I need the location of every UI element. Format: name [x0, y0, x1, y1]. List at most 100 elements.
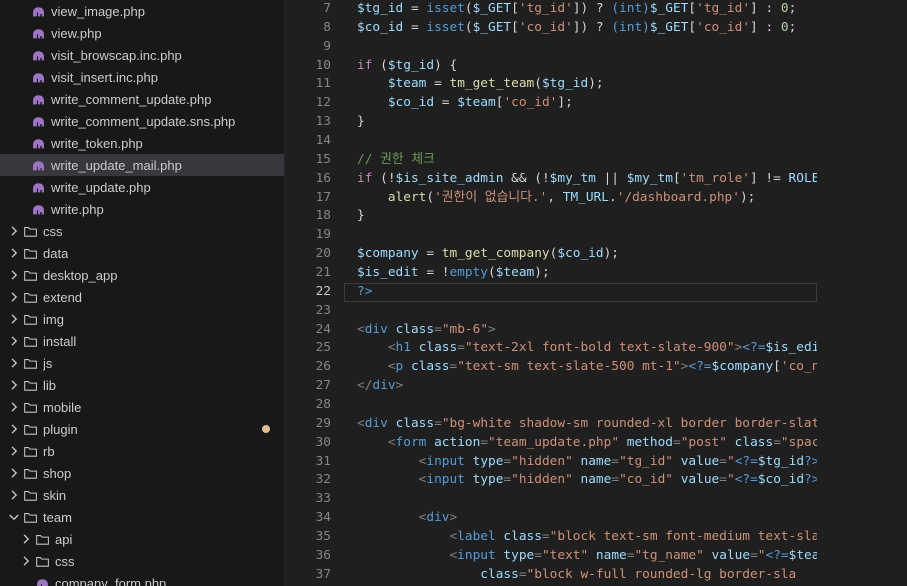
code-text[interactable]	[344, 302, 817, 321]
code-line-13[interactable]: 13}	[285, 113, 907, 132]
line-number[interactable]: 7	[285, 0, 344, 19]
tree-folder-extend[interactable]: extend	[0, 286, 284, 308]
tree-folder-lib[interactable]: lib	[0, 374, 284, 396]
code-text[interactable]: <input type="hidden" name="tg_id" value=…	[344, 453, 817, 472]
line-number[interactable]: 27	[285, 377, 344, 396]
chevron-right-icon[interactable]	[6, 465, 22, 481]
code-text[interactable]	[344, 226, 817, 245]
tree-file-write_token.php[interactable]: write_token.php	[0, 132, 284, 154]
chevron-right-icon[interactable]	[18, 531, 34, 547]
code-line-10[interactable]: 10if ($tg_id) {	[285, 57, 907, 76]
tree-file-view_image.php[interactable]: view_image.php	[0, 0, 284, 22]
chevron-right-icon[interactable]	[6, 333, 22, 349]
code-text[interactable]: }	[344, 113, 817, 132]
line-number[interactable]: 18	[285, 207, 344, 226]
code-line-19[interactable]: 19	[285, 226, 907, 245]
line-number[interactable]: 13	[285, 113, 344, 132]
line-number[interactable]: 20	[285, 245, 344, 264]
code-line-21[interactable]: 21$is_edit = !empty($team);	[285, 264, 907, 283]
tree-file-visit_insert.inc.php[interactable]: visit_insert.inc.php	[0, 66, 284, 88]
line-number[interactable]: 31	[285, 453, 344, 472]
code-line-12[interactable]: 12 $co_id = $team['co_id'];	[285, 94, 907, 113]
code-line-11[interactable]: 11 $team = tm_get_team($tg_id);	[285, 75, 907, 94]
code-text[interactable]: // 권한 체크	[344, 151, 817, 170]
line-number[interactable]: 17	[285, 189, 344, 208]
code-text[interactable]: <input type="hidden" name="co_id" value=…	[344, 471, 817, 490]
tree-folder-api[interactable]: api	[0, 528, 284, 550]
code-line-26[interactable]: 26 <p class="text-sm text-slate-500 mt-1…	[285, 358, 907, 377]
code-line-14[interactable]: 14	[285, 132, 907, 151]
tree-folder-install[interactable]: install	[0, 330, 284, 352]
code-text[interactable]: <label class="block text-sm font-medium …	[344, 528, 817, 547]
line-number[interactable]: 15	[285, 151, 344, 170]
code-text[interactable]: ?>	[344, 283, 817, 302]
code-text[interactable]: $tg_id = isset($_GET['tg_id']) ? (int)$_…	[344, 0, 817, 19]
tree-file-write_comment_update.php[interactable]: write_comment_update.php	[0, 88, 284, 110]
tree-file-view.php[interactable]: view.php	[0, 22, 284, 44]
tree-folder-js[interactable]: js	[0, 352, 284, 374]
chevron-right-icon[interactable]	[6, 443, 22, 459]
code-text[interactable]: <p class="text-sm text-slate-500 mt-1"><…	[344, 358, 817, 377]
code-text[interactable]: <div>	[344, 509, 817, 528]
code-text[interactable]: if (!$is_site_admin && (!$my_tm || $my_t…	[344, 170, 817, 189]
tree-file-write_update.php[interactable]: write_update.php	[0, 176, 284, 198]
line-number[interactable]: 24	[285, 321, 344, 340]
tree-file-visit_browscap.inc.php[interactable]: visit_browscap.inc.php	[0, 44, 284, 66]
line-number[interactable]: 25	[285, 339, 344, 358]
scrollbar[interactable]	[818, 0, 907, 586]
tree-file-write_comment_update.sns.php[interactable]: write_comment_update.sns.php	[0, 110, 284, 132]
chevron-down-icon[interactable]	[6, 509, 22, 525]
line-number[interactable]: 33	[285, 490, 344, 509]
line-number[interactable]: 30	[285, 434, 344, 453]
line-number[interactable]: 22	[285, 283, 344, 302]
code-text[interactable]: <h1 class="text-2xl font-bold text-slate…	[344, 339, 817, 358]
code-text[interactable]: <form action="team_update.php" method="p…	[344, 434, 817, 453]
code-line-24[interactable]: 24<div class="mb-6">	[285, 321, 907, 340]
line-number[interactable]: 8	[285, 19, 344, 38]
code-line-34[interactable]: 34 <div>	[285, 509, 907, 528]
code-line-27[interactable]: 27</div>	[285, 377, 907, 396]
tree-folder-img[interactable]: img	[0, 308, 284, 330]
code-text[interactable]	[344, 38, 817, 57]
code-line-18[interactable]: 18}	[285, 207, 907, 226]
line-number[interactable]: 12	[285, 94, 344, 113]
chevron-right-icon[interactable]	[6, 355, 22, 371]
code-text[interactable]: </div>	[344, 377, 817, 396]
code-line-28[interactable]: 28	[285, 396, 907, 415]
line-number[interactable]: 32	[285, 471, 344, 490]
code-line-37[interactable]: 37 class="block w-full rounded-lg border…	[285, 566, 907, 585]
code-text[interactable]: }	[344, 207, 817, 226]
code-text[interactable]: $is_edit = !empty($team);	[344, 264, 817, 283]
code-text[interactable]: $co_id = $team['co_id'];	[344, 94, 817, 113]
tree-folder-css[interactable]: css	[0, 220, 284, 242]
line-number[interactable]: 9	[285, 38, 344, 57]
line-number[interactable]: 11	[285, 75, 344, 94]
tree-folder-plugin[interactable]: plugin	[0, 418, 284, 440]
line-number[interactable]: 29	[285, 415, 344, 434]
code-line-31[interactable]: 31 <input type="hidden" name="tg_id" val…	[285, 453, 907, 472]
line-number[interactable]: 35	[285, 528, 344, 547]
tree-folder-shop[interactable]: shop	[0, 462, 284, 484]
line-number[interactable]: 23	[285, 302, 344, 321]
chevron-right-icon[interactable]	[6, 267, 22, 283]
code-line-36[interactable]: 36 <input type="text" name="tg_name" val…	[285, 547, 907, 566]
code-line-33[interactable]: 33	[285, 490, 907, 509]
code-line-15[interactable]: 15// 권한 체크	[285, 151, 907, 170]
line-number[interactable]: 10	[285, 57, 344, 76]
line-number[interactable]: 21	[285, 264, 344, 283]
code-line-30[interactable]: 30 <form action="team_update.php" method…	[285, 434, 907, 453]
chevron-right-icon[interactable]	[6, 421, 22, 437]
line-number[interactable]: 28	[285, 396, 344, 415]
tree-folder-rb[interactable]: rb	[0, 440, 284, 462]
code-line-9[interactable]: 9	[285, 38, 907, 57]
code-text[interactable]: <div class="mb-6">	[344, 321, 817, 340]
code-line-20[interactable]: 20$company = tm_get_company($co_id);	[285, 245, 907, 264]
code-text[interactable]: if ($tg_id) {	[344, 57, 817, 76]
code-text[interactable]	[344, 396, 817, 415]
code-line-29[interactable]: 29<div class="bg-white shadow-sm rounded…	[285, 415, 907, 434]
code-text[interactable]	[344, 132, 817, 151]
code-line-8[interactable]: 8$co_id = isset($_GET['co_id']) ? (int)$…	[285, 19, 907, 38]
code-line-16[interactable]: 16if (!$is_site_admin && (!$my_tm || $my…	[285, 170, 907, 189]
code-text[interactable]: <div class="bg-white shadow-sm rounded-x…	[344, 415, 817, 434]
chevron-right-icon[interactable]	[6, 377, 22, 393]
